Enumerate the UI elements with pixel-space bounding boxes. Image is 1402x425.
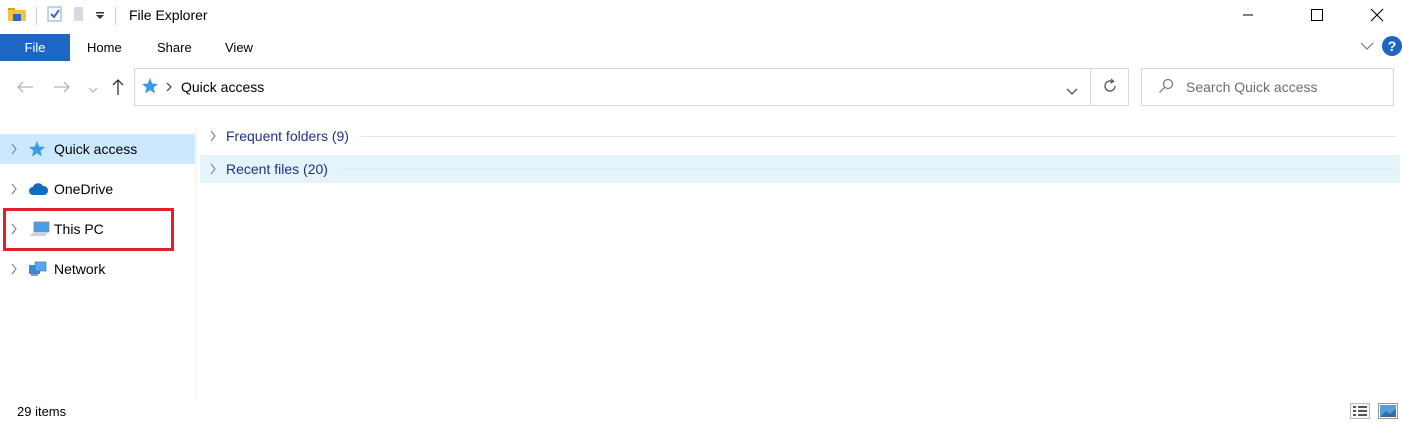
title-bar: File Explorer bbox=[0, 0, 1402, 32]
details-view-icon[interactable] bbox=[1350, 403, 1370, 422]
quick-access-star-icon bbox=[28, 140, 54, 158]
back-button[interactable] bbox=[14, 76, 36, 100]
address-dropdown-icon[interactable] bbox=[1066, 83, 1078, 99]
sidebar-item-network[interactable]: Network bbox=[0, 254, 195, 284]
toolbar-divider bbox=[36, 6, 37, 25]
customize-toolbar-icon[interactable] bbox=[95, 8, 105, 24]
toolbar-divider bbox=[115, 6, 116, 25]
forward-arrow-icon bbox=[53, 80, 71, 97]
group-header-label: Recent files (20) bbox=[226, 161, 328, 177]
address-bar[interactable]: Quick access bbox=[134, 68, 1091, 106]
chevron-down-icon bbox=[88, 80, 98, 96]
sidebar-item-label: Quick access bbox=[54, 141, 138, 157]
view-switcher bbox=[1350, 403, 1398, 422]
expand-chevron-icon[interactable] bbox=[0, 263, 28, 275]
group-frequent-folders[interactable]: Frequent folders (9) bbox=[200, 122, 1400, 150]
folder-icon[interactable] bbox=[8, 6, 26, 25]
maximize-icon bbox=[1310, 8, 1324, 25]
minimize-icon bbox=[1242, 8, 1254, 24]
properties-icon[interactable] bbox=[47, 6, 63, 25]
forward-button[interactable] bbox=[51, 76, 73, 100]
group-recent-files[interactable]: Recent files (20) bbox=[200, 155, 1400, 183]
quick-access-toolbar bbox=[8, 6, 126, 25]
network-icon bbox=[28, 260, 54, 278]
sidebar-item-quick-access[interactable]: Quick access bbox=[0, 134, 195, 164]
up-button[interactable] bbox=[108, 76, 128, 100]
tab-home[interactable]: Home bbox=[87, 34, 122, 61]
group-divider bbox=[337, 168, 1396, 170]
help-button[interactable]: ? bbox=[1382, 36, 1402, 56]
refresh-button[interactable] bbox=[1090, 68, 1129, 106]
tab-view[interactable]: View bbox=[225, 34, 253, 61]
group-divider bbox=[358, 135, 1396, 137]
expand-chevron-icon[interactable] bbox=[200, 130, 226, 142]
expand-chevron-icon[interactable] bbox=[0, 143, 28, 155]
expand-chevron-icon[interactable] bbox=[0, 183, 28, 195]
sidebar-item-label: OneDrive bbox=[54, 181, 114, 197]
expand-chevron-icon[interactable] bbox=[200, 163, 226, 175]
refresh-icon bbox=[1102, 78, 1118, 97]
search-input[interactable]: Search Quick access bbox=[1186, 79, 1318, 95]
this-pc-highlight-box bbox=[3, 208, 174, 251]
up-arrow-icon bbox=[111, 78, 125, 99]
recent-locations-button[interactable] bbox=[86, 76, 100, 100]
group-header-label: Frequent folders (9) bbox=[226, 128, 349, 144]
search-box[interactable]: Search Quick access bbox=[1141, 68, 1394, 106]
tab-share[interactable]: Share bbox=[157, 34, 192, 61]
minimize-button[interactable] bbox=[1225, 0, 1271, 32]
onedrive-cloud-icon bbox=[28, 182, 54, 196]
breadcrumb-chevron-icon[interactable] bbox=[165, 79, 173, 95]
large-icons-view-icon[interactable] bbox=[1378, 403, 1398, 422]
maximize-button[interactable] bbox=[1294, 0, 1340, 32]
back-arrow-icon bbox=[16, 80, 34, 97]
breadcrumb[interactable]: Quick access bbox=[181, 79, 264, 95]
close-button[interactable] bbox=[1354, 0, 1400, 32]
expand-ribbon-icon[interactable] bbox=[1360, 38, 1374, 54]
sidebar-item-onedrive[interactable]: OneDrive bbox=[0, 174, 195, 204]
ribbon-tabs: File Home Share View ? bbox=[0, 34, 1402, 61]
close-icon bbox=[1370, 8, 1384, 25]
window-title: File Explorer bbox=[129, 7, 208, 23]
sidebar-item-label: Network bbox=[54, 261, 106, 277]
tab-file[interactable]: File bbox=[0, 34, 70, 61]
status-item-count: 29 items bbox=[17, 404, 67, 419]
search-icon bbox=[1158, 78, 1174, 97]
new-folder-icon[interactable] bbox=[73, 6, 85, 25]
quick-access-star-icon bbox=[141, 77, 159, 98]
